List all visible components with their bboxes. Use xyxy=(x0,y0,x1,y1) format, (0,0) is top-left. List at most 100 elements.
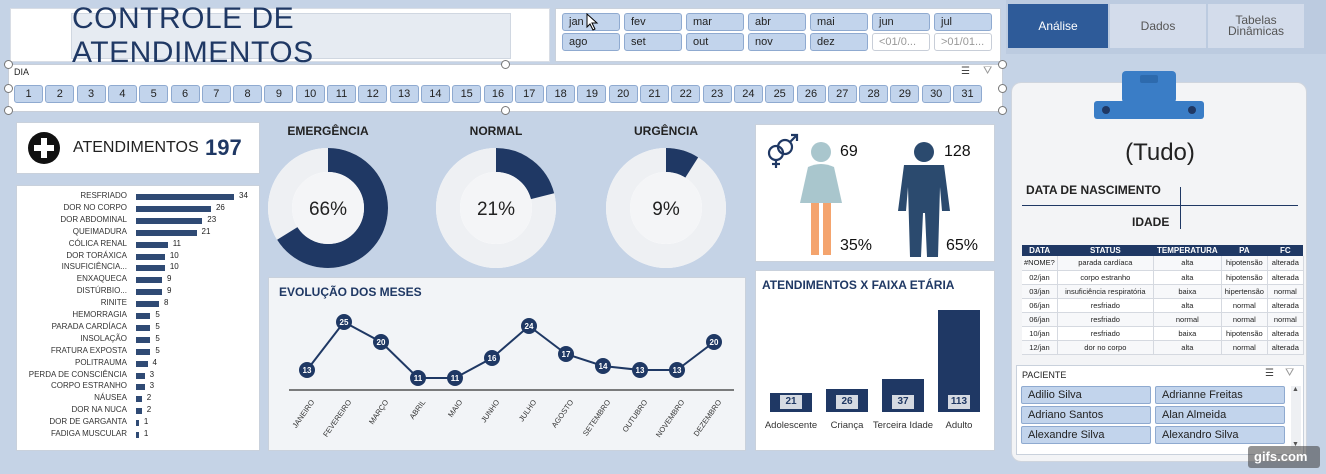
day-button-26[interactable]: 26 xyxy=(796,85,826,103)
day-button-7[interactable]: 7 xyxy=(201,85,231,103)
scrollbar[interactable]: ▲ ▼ xyxy=(1291,386,1301,450)
day-button-29[interactable]: 29 xyxy=(890,85,920,103)
cause-value: 8 xyxy=(164,298,169,308)
age-chart-title: ATENDIMENTOS X FAIXA ETÁRIA xyxy=(762,278,955,292)
month-jul[interactable]: jul xyxy=(934,13,992,31)
patient-item[interactable]: Adilio Silva xyxy=(1021,386,1151,404)
scroll-up-icon[interactable]: ▲ xyxy=(1292,386,1299,393)
day-button-20[interactable]: 20 xyxy=(608,85,638,103)
cause-label: ENXAQUECA xyxy=(76,274,127,284)
cause-value: 4 xyxy=(152,357,157,367)
day-button-21[interactable]: 21 xyxy=(640,85,669,103)
month-abr[interactable]: abr xyxy=(748,13,806,31)
day-button-22[interactable]: 22 xyxy=(671,85,701,103)
day-button-16[interactable]: 16 xyxy=(483,85,513,103)
table-cell: insuficiência respiratória xyxy=(1057,284,1154,299)
day-button-5[interactable]: 5 xyxy=(139,85,169,103)
male-percent: 65% xyxy=(946,237,979,254)
month-dez[interactable]: dez xyxy=(810,33,868,51)
tab-dados[interactable]: Dados xyxy=(1110,4,1206,48)
day-button-4[interactable]: 4 xyxy=(107,85,137,103)
table-cell: resfriado xyxy=(1057,298,1154,313)
month-ago[interactable]: ago xyxy=(562,33,620,51)
day-button-2[interactable]: 2 xyxy=(45,85,75,103)
table-cell: alta xyxy=(1153,270,1222,285)
month-after[interactable]: >01/01... xyxy=(934,33,992,51)
day-button-6[interactable]: 6 xyxy=(170,85,200,103)
birth-date-label: DATA DE NASCIMENTO xyxy=(1026,183,1161,197)
cause-label: DOR DE GARGANTA xyxy=(49,417,127,427)
day-slicer: DIA ☰ ⛛ 1 2 3 4 5 6 7 8 9 10 11 12 13 14 15 16 17 18 19 20 2… xyxy=(8,64,1003,112)
cause-value: 10 xyxy=(169,250,179,260)
data-label: 13 xyxy=(303,366,312,375)
cause-value: 10 xyxy=(169,262,179,272)
day-button-9[interactable]: 9 xyxy=(264,85,294,103)
cause-bar xyxy=(136,420,139,427)
day-button-28[interactable]: 28 xyxy=(859,85,889,103)
day-button-12[interactable]: 12 xyxy=(358,85,388,103)
month-slicer: jan fev mar abr mai jun jul ago set out … xyxy=(555,8,1001,62)
resize-handle[interactable] xyxy=(4,60,13,69)
multi-select-icon[interactable]: ☰ xyxy=(961,66,970,77)
female-figure-icon xyxy=(800,142,842,255)
day-button-1[interactable]: 1 xyxy=(14,85,43,103)
day-button-13[interactable]: 13 xyxy=(389,85,419,103)
resize-handle[interactable] xyxy=(501,106,510,115)
month-fev[interactable]: fev xyxy=(624,13,682,31)
patient-slicer-label: PACIENTE xyxy=(1022,370,1067,380)
gender-card: 69 35% 128 65% xyxy=(755,124,995,262)
month-out[interactable]: out xyxy=(686,33,744,51)
resize-handle[interactable] xyxy=(4,84,13,93)
day-button-25[interactable]: 25 xyxy=(765,85,795,103)
multi-select-icon[interactable]: ☰ xyxy=(1265,368,1274,379)
resize-handle[interactable] xyxy=(501,60,510,69)
attendances-card: ATENDIMENTOS 197 xyxy=(16,122,260,174)
month-jun[interactable]: jun xyxy=(872,13,930,31)
patient-name: (Tudo) xyxy=(1125,139,1195,166)
day-button-17[interactable]: 17 xyxy=(514,85,544,103)
patient-item[interactable]: Alexandro Silva xyxy=(1155,426,1285,444)
cause-bar xyxy=(136,205,211,212)
month-mar[interactable]: mar xyxy=(686,13,744,31)
resize-handle[interactable] xyxy=(998,60,1007,69)
day-button-23[interactable]: 23 xyxy=(702,85,732,103)
table-cell: alta xyxy=(1153,256,1222,271)
day-button-14[interactable]: 14 xyxy=(420,85,450,103)
month-nov[interactable]: nov xyxy=(748,33,806,51)
month-mai[interactable]: mai xyxy=(810,13,868,31)
day-button-8[interactable]: 8 xyxy=(233,85,263,103)
day-button-31[interactable]: 31 xyxy=(953,85,982,103)
cause-label: RESFRIADO xyxy=(80,191,127,200)
patient-item[interactable]: Alan Almeida xyxy=(1155,406,1285,424)
age-bar-value: 26 xyxy=(836,395,858,409)
table-cell: 02/jan xyxy=(1022,270,1058,285)
clear-filter-icon[interactable]: ⛛ xyxy=(1285,367,1294,380)
table-cell: alta xyxy=(1153,298,1222,313)
cause-bar xyxy=(136,301,160,308)
resize-handle[interactable] xyxy=(4,106,13,115)
cause-bar xyxy=(136,396,142,403)
day-button-30[interactable]: 30 xyxy=(921,85,951,103)
resize-handle[interactable] xyxy=(998,84,1007,93)
tab-analise[interactable]: Análise xyxy=(1008,4,1108,48)
patient-item[interactable]: Alexandre Silva xyxy=(1021,426,1151,444)
month-set[interactable]: set xyxy=(624,33,682,51)
patient-item[interactable]: Adrianne Freitas xyxy=(1155,386,1285,404)
day-button-3[interactable]: 3 xyxy=(76,85,106,103)
resize-handle[interactable] xyxy=(998,106,1007,115)
day-slicer-label: DIA xyxy=(14,67,30,77)
month-before[interactable]: <01/0... xyxy=(872,33,930,51)
day-button-27[interactable]: 27 xyxy=(827,85,857,103)
clear-filter-icon[interactable]: ⛛ xyxy=(983,65,992,78)
tab-tabelas-dinamicas[interactable]: Tabelas Dinâmicas xyxy=(1208,4,1304,48)
cause-bar xyxy=(136,194,234,200)
cause-bar xyxy=(136,265,165,272)
donut-area: EMERGÊNCIA 66% NORMAL 21% URGÊNCIA 9% xyxy=(268,118,748,270)
day-button-10[interactable]: 10 xyxy=(295,85,325,103)
day-button-19[interactable]: 19 xyxy=(577,85,607,103)
day-button-15[interactable]: 15 xyxy=(452,85,482,103)
patient-item[interactable]: Adriano Santos xyxy=(1021,406,1151,424)
day-button-24[interactable]: 24 xyxy=(733,85,763,103)
day-button-18[interactable]: 18 xyxy=(546,85,576,103)
day-button-11[interactable]: 11 xyxy=(327,85,356,103)
